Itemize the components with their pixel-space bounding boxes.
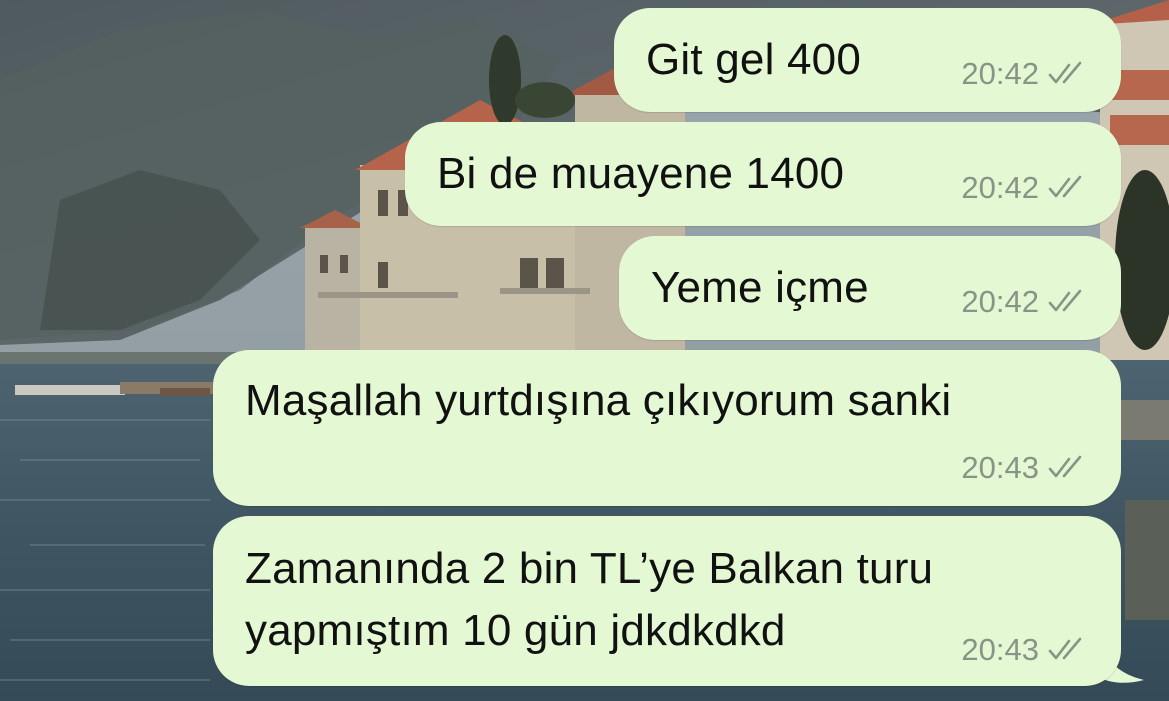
- message-time: 20:42: [961, 170, 1039, 205]
- message-time: 20:42: [961, 56, 1039, 91]
- double-check-icon: [1048, 289, 1082, 312]
- message-meta: 20:42: [961, 284, 1091, 320]
- message-bubble[interactable]: Yeme içme 20:42: [619, 236, 1121, 340]
- message-time: 20:43: [961, 632, 1039, 667]
- message-time: 20:43: [961, 450, 1039, 485]
- message-meta: 20:43: [961, 632, 1091, 668]
- message-bubble[interactable]: Bi de muayene 1400 20:42: [405, 122, 1121, 226]
- double-check-icon: [1048, 61, 1082, 84]
- double-check-icon: [1048, 455, 1082, 478]
- message-meta: 20:42: [961, 56, 1091, 92]
- message-text: Maşallah yurtdışına çıkıyorum sanki: [245, 376, 952, 425]
- message-bubble[interactable]: Zamanında 2 bin TL’ye Balkan turu yapmış…: [213, 516, 1121, 686]
- message-time: 20:42: [961, 284, 1039, 319]
- message-text: Yeme içme: [651, 263, 869, 312]
- message-meta: 20:42: [961, 170, 1091, 206]
- double-check-icon: [1048, 637, 1082, 660]
- message-meta: 20:43: [961, 450, 1091, 486]
- message-text: Bi de muayene 1400: [437, 149, 845, 198]
- message-bubble[interactable]: Maşallah yurtdışına çıkıyorum sanki 20:4…: [213, 350, 1121, 506]
- message-text: Git gel 400: [646, 35, 862, 84]
- message-bubble[interactable]: Git gel 400 20:42: [614, 8, 1121, 112]
- double-check-icon: [1048, 175, 1082, 198]
- message-text: Zamanında 2 bin TL’ye Balkan turu yapmış…: [245, 544, 934, 655]
